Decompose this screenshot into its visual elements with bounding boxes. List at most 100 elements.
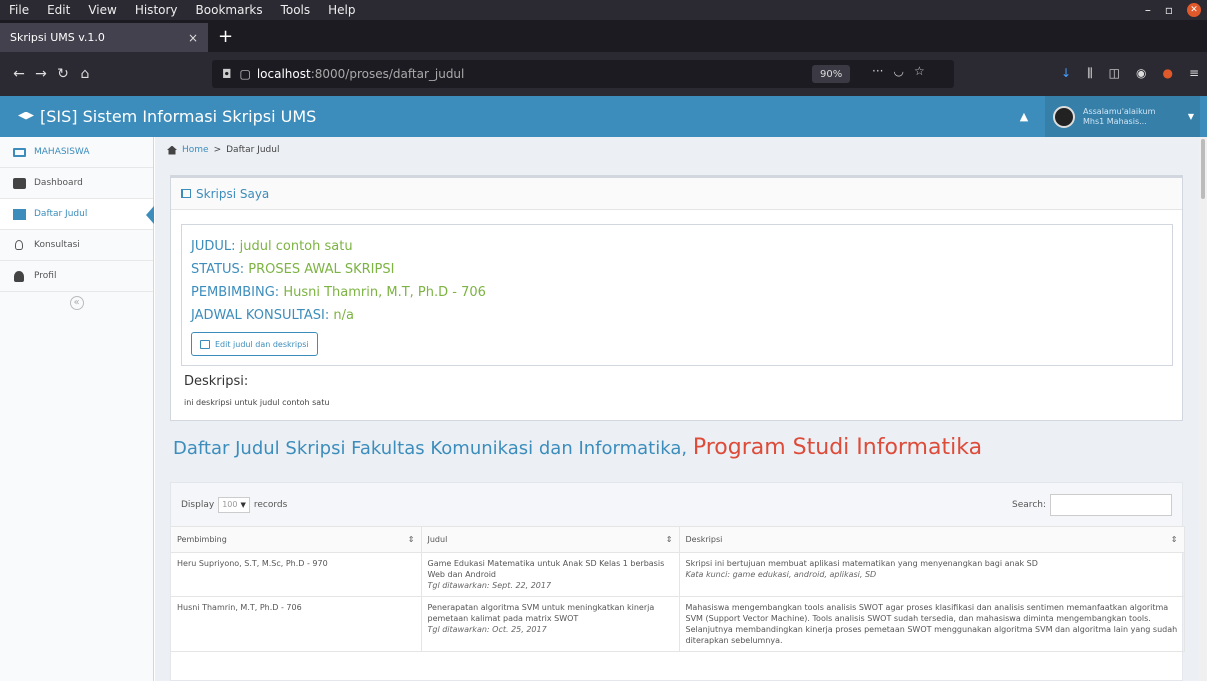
close-window-icon[interactable]: ✕	[1187, 3, 1201, 17]
sidebar-collapse: «	[0, 292, 153, 310]
status-value: PROSES AWAL SKRIPSI	[248, 262, 395, 277]
menu-history[interactable]: History	[126, 3, 187, 17]
section-title-program: Program Studi Informatika	[692, 435, 983, 460]
scrollbar-thumb[interactable]	[1201, 139, 1205, 199]
tab-close-icon[interactable]: ×	[188, 31, 208, 45]
skripsi-info: JUDUL: judul contoh satu STATUS: PROSES …	[181, 224, 1173, 366]
jadwal-label: JADWAL KONSULTASI:	[191, 308, 330, 323]
lightbulb-icon	[15, 240, 23, 250]
cell-deskripsi: Mahasiswa mengembangkan tools analisis S…	[679, 596, 1185, 652]
sidebar-item-dashboard[interactable]: Dashboard	[0, 168, 153, 199]
column-header-judul[interactable]: Judul ⇕	[421, 526, 680, 553]
breadcrumb-home[interactable]: Home	[182, 145, 209, 155]
library-icon[interactable]: ⫼	[1087, 66, 1093, 81]
menu-view[interactable]: View	[79, 3, 125, 17]
sidebar-item-profil[interactable]: Profil	[0, 261, 153, 292]
column-header-deskripsi[interactable]: Deskripsi ⇕	[679, 526, 1185, 553]
graduation-cap-icon	[18, 111, 34, 120]
menu-tools[interactable]: Tools	[272, 3, 320, 17]
sidebar-toggle-icon[interactable]: ◫	[1109, 66, 1120, 81]
section-title: Daftar Judul Skripsi Fakultas Komunikasi…	[173, 435, 982, 460]
home-button-icon[interactable]: ⌂	[74, 66, 96, 82]
avatar	[1053, 105, 1075, 128]
extension-icon[interactable]: ●	[1162, 66, 1172, 81]
app-title: [SIS] Sistem Informasi Skripsi UMS	[40, 107, 317, 126]
page-scrollbar[interactable]	[1199, 137, 1207, 681]
tab-title: Skripsi UMS v.1.0	[10, 31, 105, 44]
tgl-ditawarkan: Tgl ditawarkan: Oct. 25, 2017	[427, 625, 547, 634]
cell-judul: Penerapatan algoritma SVM untuk meningka…	[421, 596, 680, 652]
user-menu[interactable]: Assalamu'alaikum Mhs1 Mahasis... ▼	[1045, 96, 1200, 137]
dashboard-icon	[13, 177, 26, 189]
app-header: [SIS] Sistem Informasi Skripsi UMS ▲ Ass…	[0, 96, 1207, 137]
menu-bookmarks[interactable]: Bookmarks	[187, 3, 272, 17]
list-icon	[13, 208, 26, 220]
judul-table: Pembimbing ⇕ Judul ⇕ Deskripsi ⇕ Heru Supri…	[171, 526, 1185, 652]
records-select[interactable]: 100 ▼	[218, 496, 250, 513]
maximize-icon[interactable]: ▫	[1165, 3, 1173, 17]
sort-icon: ⇕	[407, 535, 415, 544]
caret-down-icon: ▼	[240, 500, 246, 509]
search-input[interactable]	[1050, 493, 1172, 516]
menu-edit[interactable]: Edit	[38, 3, 79, 17]
url-path: :8000/proses/daftar_judul	[310, 67, 465, 81]
minimize-icon[interactable]: –	[1145, 3, 1151, 17]
column-header-pembimbing[interactable]: Pembimbing ⇕	[171, 526, 422, 553]
browser-menubar: File Edit View History Bookmarks Tools H…	[0, 0, 1207, 20]
judul-table-box: Display 100 ▼ records Search: Pembimbing…	[170, 482, 1185, 681]
monitor-icon	[13, 147, 26, 157]
forward-icon[interactable]: →	[30, 66, 52, 82]
table-row: Husni Thamrin, M.T, Ph.D - 706 Penerapat…	[171, 596, 1185, 652]
menu-file[interactable]: File	[0, 3, 38, 17]
user-greeting: Assalamu'alaikum	[1083, 106, 1156, 116]
deskripsi-text: ini deskripsi untuk judul contoh satu	[184, 398, 330, 407]
hamburger-menu-icon[interactable]: ≡	[1189, 66, 1199, 81]
judul-value: judul contoh satu	[239, 239, 353, 254]
deskripsi-text: Mahasiswa mengembangkan tools analisis S…	[685, 603, 1178, 645]
sidebar-item-label: Daftar Judul	[34, 209, 88, 219]
page-actions-icon[interactable]: ···	[872, 64, 883, 78]
zoom-indicator[interactable]: 90%	[812, 65, 851, 83]
browser-tab[interactable]: Skripsi UMS v.1.0 ×	[0, 23, 208, 52]
judul-label: JUDUL:	[191, 239, 236, 254]
search-group: Search:	[1012, 493, 1172, 516]
sidebar-item-konsultasi[interactable]: Konsultasi	[0, 230, 153, 261]
collapse-icon[interactable]: «	[69, 296, 84, 310]
sidebar-item-label: MAHASISWA	[34, 147, 90, 157]
url-host: localhost	[256, 67, 311, 81]
page-icon: ▢	[239, 67, 251, 81]
edit-button-label: Edit judul dan deskripsi	[215, 339, 309, 349]
sidebar-item-daftar-judul[interactable]: Daftar Judul	[0, 199, 154, 230]
pembimbing-line: PEMBIMBING: Husni Thamrin, M.T, Ph.D - 7…	[191, 281, 1163, 304]
account-icon[interactable]: ◉	[1136, 66, 1146, 81]
notification-bell-icon[interactable]: ▲	[1009, 96, 1039, 137]
search-label: Search:	[1012, 499, 1046, 510]
cell-pembimbing: Heru Supriyono, S.T, M.Sc, Ph.D - 970	[171, 552, 422, 597]
kata-kunci: Kata kunci: game edukasi, android, aplik…	[685, 570, 877, 579]
main-content: Home > Daftar Judul Skripsi Saya JUDUL: …	[155, 137, 1199, 681]
browser-navbar: ← → ↻ ⌂ ◘ ▢ localhost:8000/proses/daftar…	[0, 52, 1207, 96]
table-row: Heru Supriyono, S.T, M.Sc, Ph.D - 970 Ga…	[171, 552, 1185, 597]
shield-icon[interactable]: ◘	[222, 67, 232, 81]
sidebar: MAHASISWA Dashboard Daftar Judul Konsult…	[0, 137, 154, 681]
back-icon[interactable]: ←	[8, 66, 30, 82]
reload-icon[interactable]: ↻	[52, 66, 74, 82]
app-brand[interactable]: [SIS] Sistem Informasi Skripsi UMS	[0, 107, 316, 126]
sidebar-item-label: Profil	[34, 271, 57, 281]
pembimbing-label: PEMBIMBING:	[191, 285, 280, 300]
new-tab-icon[interactable]: +	[218, 26, 233, 47]
judul-line: JUDUL: judul contoh satu	[191, 235, 1163, 258]
status-label: STATUS:	[191, 262, 245, 277]
edit-judul-button[interactable]: Edit judul dan deskripsi	[191, 332, 318, 356]
bullhorn-icon	[181, 189, 191, 198]
user-name: Mhs1 Mahasis...	[1083, 116, 1147, 126]
menu-help[interactable]: Help	[319, 3, 364, 17]
records-label: records	[253, 499, 288, 510]
download-icon[interactable]: ↓	[1061, 66, 1071, 81]
window-controls: – ▫ ✕	[1145, 3, 1207, 17]
pembimbing-value: Husni Thamrin, M.T, Ph.D - 706	[283, 285, 486, 300]
url-bar[interactable]: ◘ ▢ localhost:8000/proses/daftar_judul 9…	[212, 60, 954, 88]
pocket-icon[interactable]: ◡	[893, 64, 903, 78]
breadcrumb-separator: >	[213, 145, 222, 155]
bookmark-star-icon[interactable]: ☆	[914, 64, 925, 78]
